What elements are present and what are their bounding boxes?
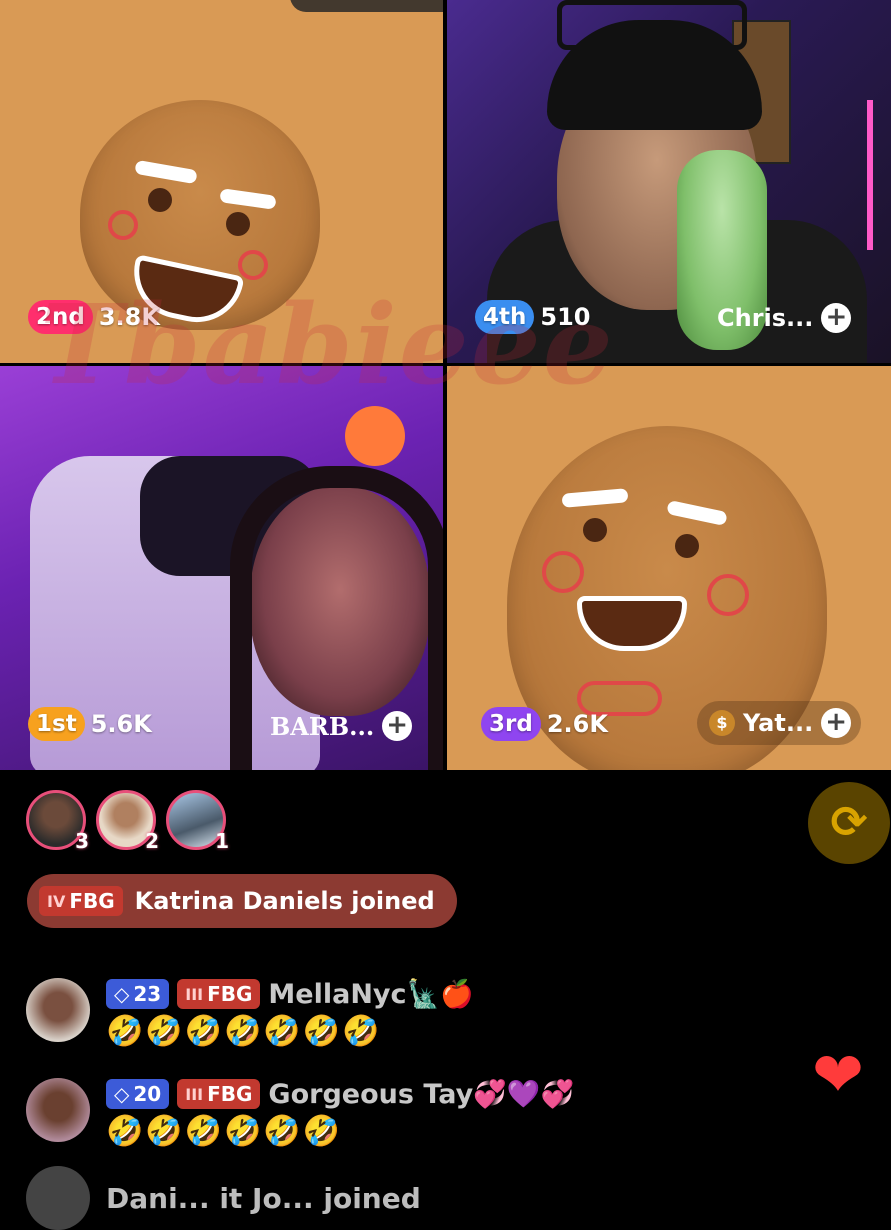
- fan-badge-label: FBG: [207, 982, 253, 1006]
- chat-message[interactable]: ◇ 20 III FBG Gorgeous Tay💞💜💞 🤣🤣🤣🤣🤣🤣: [26, 1078, 574, 1149]
- video-grid: 2nd 3.8K 4th 510 Chris... + 1st 5.6K BAR…: [0, 0, 891, 770]
- rank-label: 3rd: [481, 707, 541, 741]
- username[interactable]: MellaNyc🗽🍎: [268, 978, 473, 1010]
- viewer-rank: 2: [145, 829, 159, 853]
- boost-sticker: [345, 406, 405, 466]
- follow-button[interactable]: +: [382, 711, 413, 741]
- message-text: 🤣🤣🤣🤣🤣🤣: [106, 1114, 343, 1149]
- score-badge: 1st 5.6K: [28, 706, 152, 742]
- username[interactable]: Gorgeous Tay💞💜💞: [268, 1078, 574, 1110]
- viewer-avatar[interactable]: 3: [26, 790, 89, 853]
- partial-chat-row: Dani... it Jo... joined: [26, 1166, 421, 1230]
- heart-icon[interactable]: ❤: [812, 1044, 864, 1106]
- rank-label: 4th: [475, 300, 535, 334]
- glasses-icon: [557, 0, 747, 50]
- message-text: 🤣🤣🤣🤣🤣🤣🤣: [106, 1014, 382, 1049]
- heart-level-icon: III: [185, 984, 204, 1004]
- top-status-pill: [290, 0, 443, 12]
- video-tile-rank-3[interactable]: 3rd 2.6K $ Yat... +: [447, 366, 891, 770]
- follow-button[interactable]: +: [821, 708, 852, 738]
- heart-level-icon: IV: [47, 891, 66, 911]
- repost-icon[interactable]: ⟳: [808, 782, 890, 864]
- level-badge: ◇ 20: [106, 1079, 170, 1109]
- video-tile-rank-4[interactable]: 4th 510 Chris... +: [447, 0, 891, 363]
- host-name: BARB...: [270, 711, 375, 741]
- joined-notice: IV FBG Katrina Daniels joined: [27, 874, 457, 928]
- viewer-avatar[interactable]: 1: [166, 790, 229, 853]
- score-badge: 4th 510: [475, 299, 590, 335]
- level-value: 20: [133, 1082, 162, 1106]
- host-name: Yat...: [743, 709, 814, 737]
- chat-message[interactable]: ◇ 23 III FBG MellaNyc🗽🍎 🤣🤣🤣🤣🤣🤣🤣: [26, 978, 474, 1049]
- avatar[interactable]: [26, 978, 90, 1042]
- neon-light: [867, 100, 873, 250]
- video-tile-rank-1[interactable]: 1st 5.6K BARB... +: [0, 366, 443, 770]
- fan-badge: III FBG: [177, 1079, 261, 1109]
- score-value: 510: [540, 303, 591, 331]
- level-value: 23: [133, 982, 162, 1006]
- joined-text: Katrina Daniels joined: [134, 887, 435, 915]
- fan-badge-label: FBG: [69, 889, 115, 913]
- viewer-rank: 1: [215, 829, 229, 853]
- host-name-pill[interactable]: $ Yat... +: [697, 701, 862, 745]
- score-badge: 2nd 3.8K: [28, 299, 160, 335]
- video-tile-rank-2[interactable]: 2nd 3.8K: [0, 0, 443, 363]
- fan-badge: III FBG: [177, 979, 261, 1009]
- score-value: 2.6K: [546, 710, 608, 738]
- viewer-avatar[interactable]: 2: [96, 790, 159, 853]
- rank-label: 2nd: [28, 300, 93, 334]
- host-name: Chris...: [717, 304, 814, 332]
- top-viewers: 3 2 1: [26, 790, 229, 853]
- heart-level-icon: III: [185, 1084, 204, 1104]
- rank-label: 1st: [28, 707, 85, 741]
- follow-button[interactable]: +: [821, 303, 852, 333]
- partial-text: Dani... it Jo... joined: [106, 1181, 421, 1215]
- money-bag-icon: $: [709, 710, 735, 736]
- score-badge: 3rd 2.6K: [481, 706, 608, 742]
- host-name-pill[interactable]: Chris... +: [705, 296, 861, 340]
- avatar[interactable]: [26, 1078, 90, 1142]
- fan-badge-label: FBG: [207, 1082, 253, 1106]
- viewer-rank: 3: [75, 829, 89, 853]
- score-value: 3.8K: [98, 303, 160, 331]
- level-badge: ◇ 23: [106, 979, 170, 1009]
- host-name-pill[interactable]: BARB... +: [258, 704, 422, 748]
- gingerbread-effect: [80, 100, 320, 331]
- avatar[interactable]: [26, 1166, 90, 1230]
- fan-badge: IV FBG: [39, 886, 123, 916]
- score-value: 5.6K: [90, 710, 152, 738]
